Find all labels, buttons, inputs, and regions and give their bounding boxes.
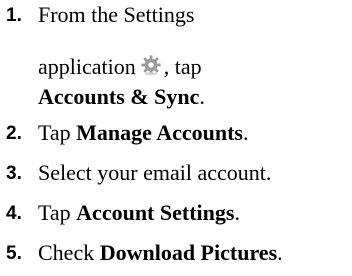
step-text-line: Select your email account. [38,160,272,185]
step-text: . [234,200,240,225]
gear-icon [141,55,161,76]
step-text: Tap [38,120,77,145]
instruction-steps: 1. From the Settings application , tap Ac… [0,0,352,276]
step-text-line: From the Settings [38,2,195,27]
step-text: . [277,240,283,265]
step-number: 5. [6,243,22,264]
step-text-line: Accounts & Sync. [38,84,205,110]
step-text-line: application , tap [38,54,202,80]
step-number: 4. [6,203,22,224]
step-text-line: Tap Manage Accounts. [38,120,249,146]
step-text: , tap [163,54,202,79]
step-text-line: Check Download Pictures. [38,240,283,266]
step-number: 3. [6,163,22,184]
step-number: 2. [6,123,22,144]
step-emphasis: Account Settings [76,200,235,225]
step-text: . [243,120,249,145]
step-text: . [199,84,205,109]
step-emphasis: Accounts & Sync [38,84,200,109]
step-text: Tap [38,200,77,225]
step-emphasis: Manage Accounts [76,120,243,145]
step-number: 1. [6,5,22,26]
step-text: Check [38,240,100,265]
step-text-line: Tap Account Settings. [38,200,240,226]
step-text: application [38,54,136,79]
step-emphasis: Download Pictures [99,240,278,265]
